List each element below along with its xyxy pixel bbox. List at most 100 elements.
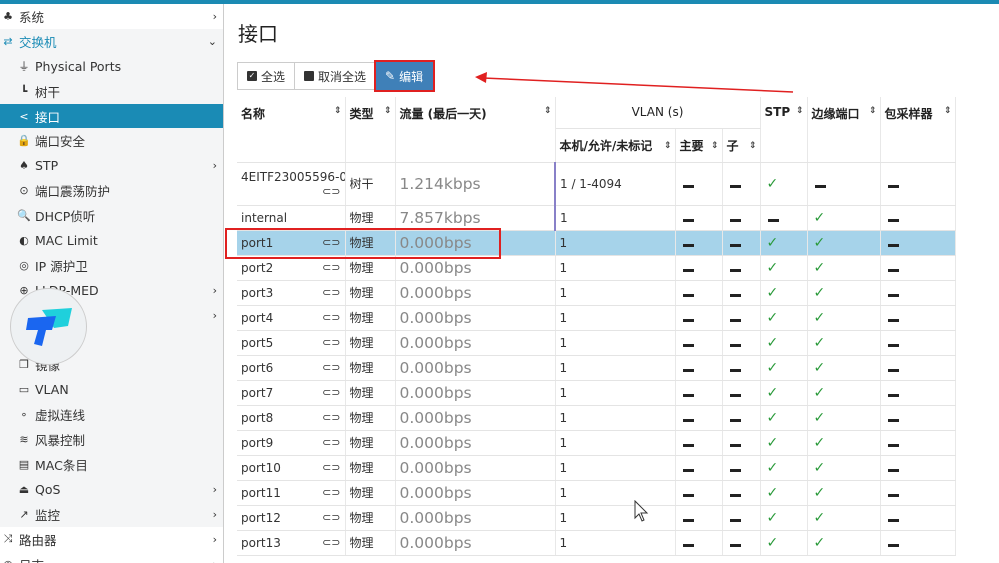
sidebar-item-1[interactable]: ⇄ 交换机 ⌄ [0, 28, 223, 54]
table-row[interactable]: port3 ⊂⊃ 物理 0.000bps 1 ✓ ✓ [237, 280, 956, 306]
col-traffic[interactable]: 流量 (最后一天) ⇕ [395, 97, 556, 163]
link-icon[interactable]: ⊂⊃ [322, 236, 340, 249]
sidebar-item-15[interactable]: ▭ VLAN [0, 377, 223, 402]
link-icon[interactable]: ⊂⊃ [322, 185, 340, 198]
col-vlan-main[interactable]: 主要 ⇕ [675, 128, 723, 163]
sort-icon: ⇕ [748, 140, 757, 151]
sidebar-item-21[interactable]: ⤨ 路由器 › [0, 526, 223, 552]
plug-icon: ⏚ [18, 60, 30, 74]
sidebar-item-17[interactable]: ≋ 风暴控制 [0, 427, 223, 452]
table-row[interactable]: port5 ⊂⊃ 物理 0.000bps 1 ✓ ✓ [237, 330, 956, 356]
link-icon[interactable]: ⊂⊃ [322, 511, 340, 524]
link-icon[interactable]: ⊂⊃ [322, 286, 340, 299]
table-row[interactable]: port8 ⊂⊃ 物理 0.000bps 1 ✓ ✓ [237, 405, 956, 431]
vlan-native: 1 [555, 255, 676, 281]
table-row[interactable]: port6 ⊂⊃ 物理 0.000bps 1 ✓ ✓ [237, 355, 956, 381]
table-row[interactable]: port2 ⊂⊃ 物理 0.000bps 1 ✓ ✓ [237, 255, 956, 281]
select-all-button[interactable]: ✓ 全选 [237, 62, 296, 90]
dash-icon [887, 493, 899, 497]
col-vlan-native[interactable]: 本机/允许/未标记 ⇕ [555, 128, 676, 163]
check-icon: ✓ [766, 309, 779, 326]
floating-app-logo[interactable] [10, 288, 87, 365]
col-edge-port[interactable]: 边缘端口 ⇕ [807, 97, 881, 163]
check-icon: ✓ [813, 409, 826, 426]
eye-icon: ◉ [0, 558, 16, 563]
col-vlan-group: VLAN (s) [555, 97, 761, 129]
table-row[interactable]: port10 ⊂⊃ 物理 0.000bps 1 ✓ ✓ [237, 455, 956, 481]
interface-name: port2 [241, 260, 274, 275]
interface-name: port11 [241, 485, 281, 500]
link-icon[interactable]: ⊂⊃ [322, 261, 340, 274]
interface-type: 物理 [345, 480, 396, 506]
dash-icon [682, 184, 694, 188]
edit-label: 编辑 [399, 69, 424, 84]
link-icon[interactable]: ⊂⊃ [322, 536, 340, 549]
interface-type: 物理 [345, 405, 396, 431]
deselect-all-button[interactable]: 取消全选 [295, 62, 377, 90]
interface-type: 物理 [345, 430, 396, 456]
sidebar-item-0[interactable]: ♣ 系统 › [0, 4, 223, 29]
sidebar-item-16[interactable]: ∘ 虚拟连线 [0, 402, 223, 427]
table-row[interactable]: port11 ⊂⊃ 物理 0.000bps 1 ✓ ✓ [237, 480, 956, 506]
table-row[interactable]: port9 ⊂⊃ 物理 0.000bps 1 ✓ ✓ [237, 430, 956, 456]
sidebar-item-8[interactable]: 🔍 DHCP侦听 [0, 203, 223, 228]
traffic-value: 0.000bps [395, 530, 556, 556]
table-row[interactable]: internal 物理 7.857kbps 1 ✓ [237, 205, 956, 231]
sidebar-item-5[interactable]: 🔒 端口安全 [0, 128, 223, 153]
sidebar-item-2[interactable]: ⏚ Physical Ports [0, 54, 223, 79]
link-icon[interactable]: ⊂⊃ [322, 461, 340, 474]
app-logo-icon [25, 307, 72, 346]
sidebar-item-label: MAC Limit [35, 232, 98, 248]
dash-icon [729, 468, 741, 472]
sidebar-item-18[interactable]: ▤ MAC条目 [0, 452, 223, 477]
check-icon: ✓ [813, 259, 826, 276]
sidebar-item-3[interactable]: ┗ 树干 [0, 79, 223, 104]
sort-icon: ⇕ [333, 106, 342, 116]
sort-icon: ⇕ [795, 106, 804, 116]
dash-icon [682, 543, 694, 547]
sidebar-item-10[interactable]: ◎ IP 源护卫 [0, 253, 223, 278]
sidebar-item-9[interactable]: ◐ MAC Limit [0, 228, 223, 253]
link-icon[interactable]: ⊂⊃ [322, 311, 340, 324]
col-stp[interactable]: STP ⇕ [760, 97, 808, 163]
link-icon[interactable]: ⊂⊃ [322, 486, 340, 499]
tree-icon: ♠ [19, 159, 29, 173]
table-row[interactable]: port13 ⊂⊃ 物理 0.000bps 1 ✓ ✓ [237, 530, 956, 556]
table-row[interactable]: port7 ⊂⊃ 物理 0.000bps 1 ✓ ✓ [237, 380, 956, 406]
check-icon: ✓ [813, 384, 826, 401]
chevron-icon: › [212, 507, 217, 521]
table-row[interactable]: port4 ⊂⊃ 物理 0.000bps 1 ✓ ✓ [237, 305, 956, 331]
dash-icon [729, 443, 741, 447]
edit-button[interactable]: ✎ 编辑 [374, 60, 436, 92]
col-type[interactable]: 类型 ⇕ [345, 97, 396, 163]
chevron-icon: › [212, 532, 217, 546]
interface-type: 物理 [345, 255, 396, 281]
sidebar-item-label: 接口 [35, 109, 61, 125]
col-name[interactable]: 名称 ⇕ [237, 97, 346, 163]
sidebar-item-19[interactable]: ⏏ QoS › [0, 477, 223, 502]
sidebar-item-4[interactable]: < 接口 [0, 103, 223, 129]
check-icon: ✓ [766, 334, 779, 351]
nodes-icon: ∘ [20, 408, 28, 422]
sidebar-item-6[interactable]: ♠ STP › [0, 153, 223, 178]
sidebar-item-22[interactable]: ◉日志 › [0, 551, 223, 563]
link-icon[interactable]: ⊂⊃ [322, 361, 340, 374]
table-row[interactable]: port12 ⊂⊃ 物理 0.000bps 1 ✓ ✓ [237, 505, 956, 531]
table-row[interactable]: port1 ⊂⊃ 物理 0.000bps 1 ✓ ✓ [237, 230, 956, 256]
link-icon[interactable]: ⊂⊃ [322, 386, 340, 399]
check-icon: ✓ [766, 259, 779, 276]
deselect-all-label: 取消全选 [318, 69, 367, 84]
traffic-value: 0.000bps [395, 430, 556, 456]
traffic-value: 0.000bps [395, 380, 556, 406]
dash-icon [729, 343, 741, 347]
dash-icon [682, 393, 694, 397]
dash-icon [729, 518, 741, 522]
link-icon[interactable]: ⊂⊃ [322, 336, 340, 349]
link-icon[interactable]: ⊂⊃ [322, 436, 340, 449]
table-row[interactable]: 4EITF23005596-0 ⊂⊃ 树干 1.214kbps 1 / 1-409… [237, 162, 956, 206]
link-icon[interactable]: ⊂⊃ [322, 411, 340, 424]
col-vlan-sub[interactable]: 子 ⇕ [722, 128, 761, 163]
sidebar-item-7[interactable]: ⊙ 端口震荡防护 [0, 178, 223, 203]
sidebar-item-20[interactable]: ↗ 监控 › [0, 502, 223, 527]
col-packet-sampler[interactable]: 包采样器 ⇕ [880, 97, 956, 163]
